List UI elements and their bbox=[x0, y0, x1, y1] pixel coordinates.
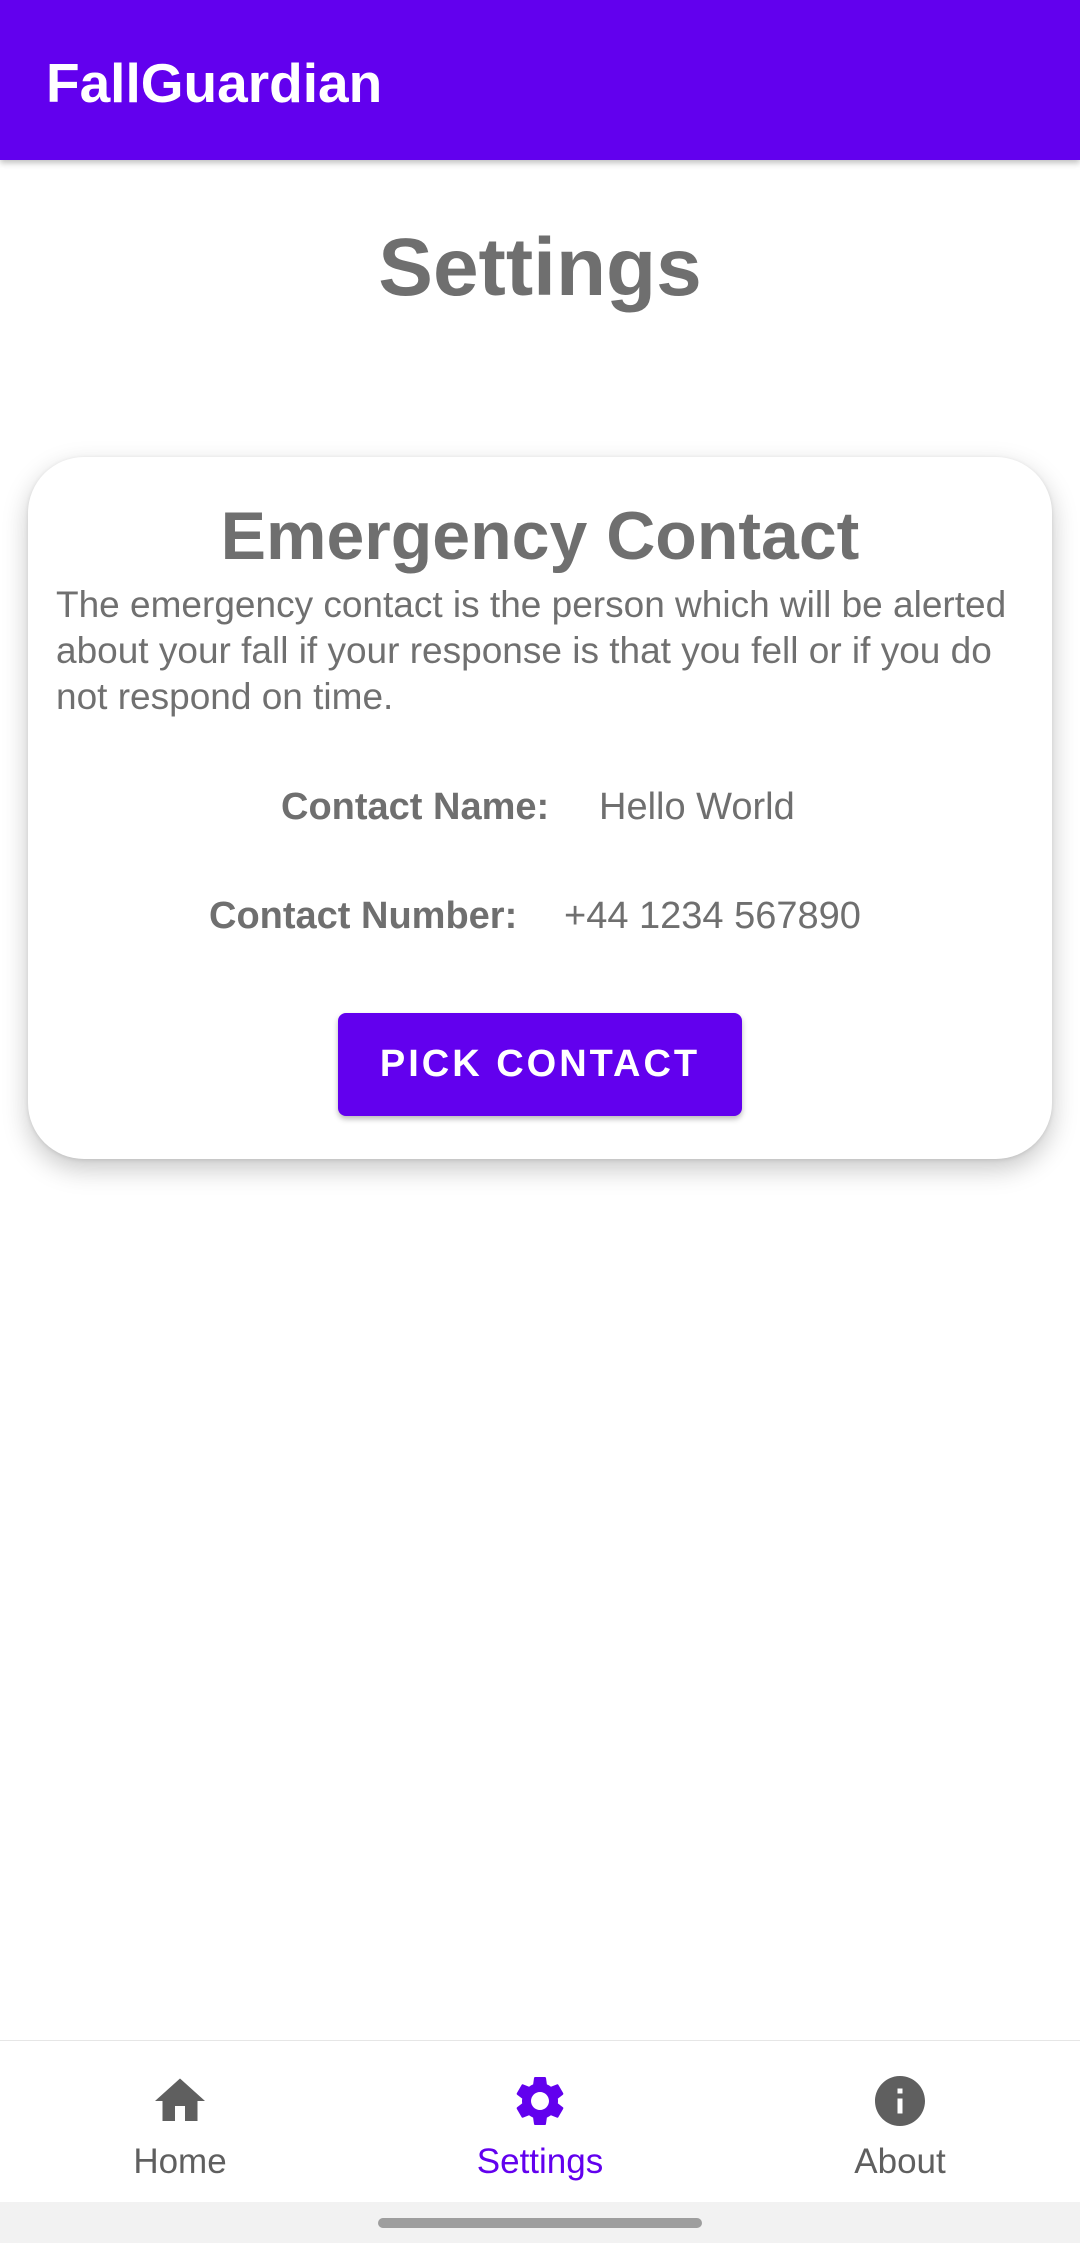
nav-item-home[interactable]: Home bbox=[0, 2041, 360, 2203]
emergency-contact-card: Emergency Contact The emergency contact … bbox=[28, 457, 1052, 1159]
nav-label-about: About bbox=[854, 2142, 946, 2181]
contact-number-value: +44 1234 567890 bbox=[564, 895, 861, 937]
page-title: Settings bbox=[378, 222, 702, 313]
bottom-navigation: Home Settings About bbox=[0, 2040, 1080, 2203]
card-title: Emergency Contact bbox=[220, 498, 860, 574]
nav-label-home: Home bbox=[133, 2142, 227, 2181]
system-gesture-bar bbox=[0, 2202, 1080, 2243]
nav-item-about[interactable]: About bbox=[720, 2041, 1080, 2203]
home-gesture-handle[interactable] bbox=[378, 2218, 702, 2228]
card-description: The emergency contact is the person whic… bbox=[56, 584, 1007, 717]
info-icon bbox=[875, 2076, 925, 2126]
app-title: FallGuardian bbox=[46, 52, 383, 114]
contact-number-label: Contact Number: bbox=[209, 895, 518, 937]
app-bar: FallGuardian bbox=[0, 0, 1080, 160]
contact-name-value: Hello World bbox=[599, 786, 795, 828]
nav-label-settings: Settings bbox=[476, 2142, 604, 2181]
nav-item-settings[interactable]: Settings bbox=[360, 2041, 720, 2203]
contact-name-label: Contact Name: bbox=[281, 786, 550, 828]
home-icon bbox=[155, 2078, 205, 2121]
gear-icon bbox=[516, 2077, 564, 2125]
pick-contact-button[interactable]: PICK CONTACT bbox=[338, 1013, 742, 1116]
